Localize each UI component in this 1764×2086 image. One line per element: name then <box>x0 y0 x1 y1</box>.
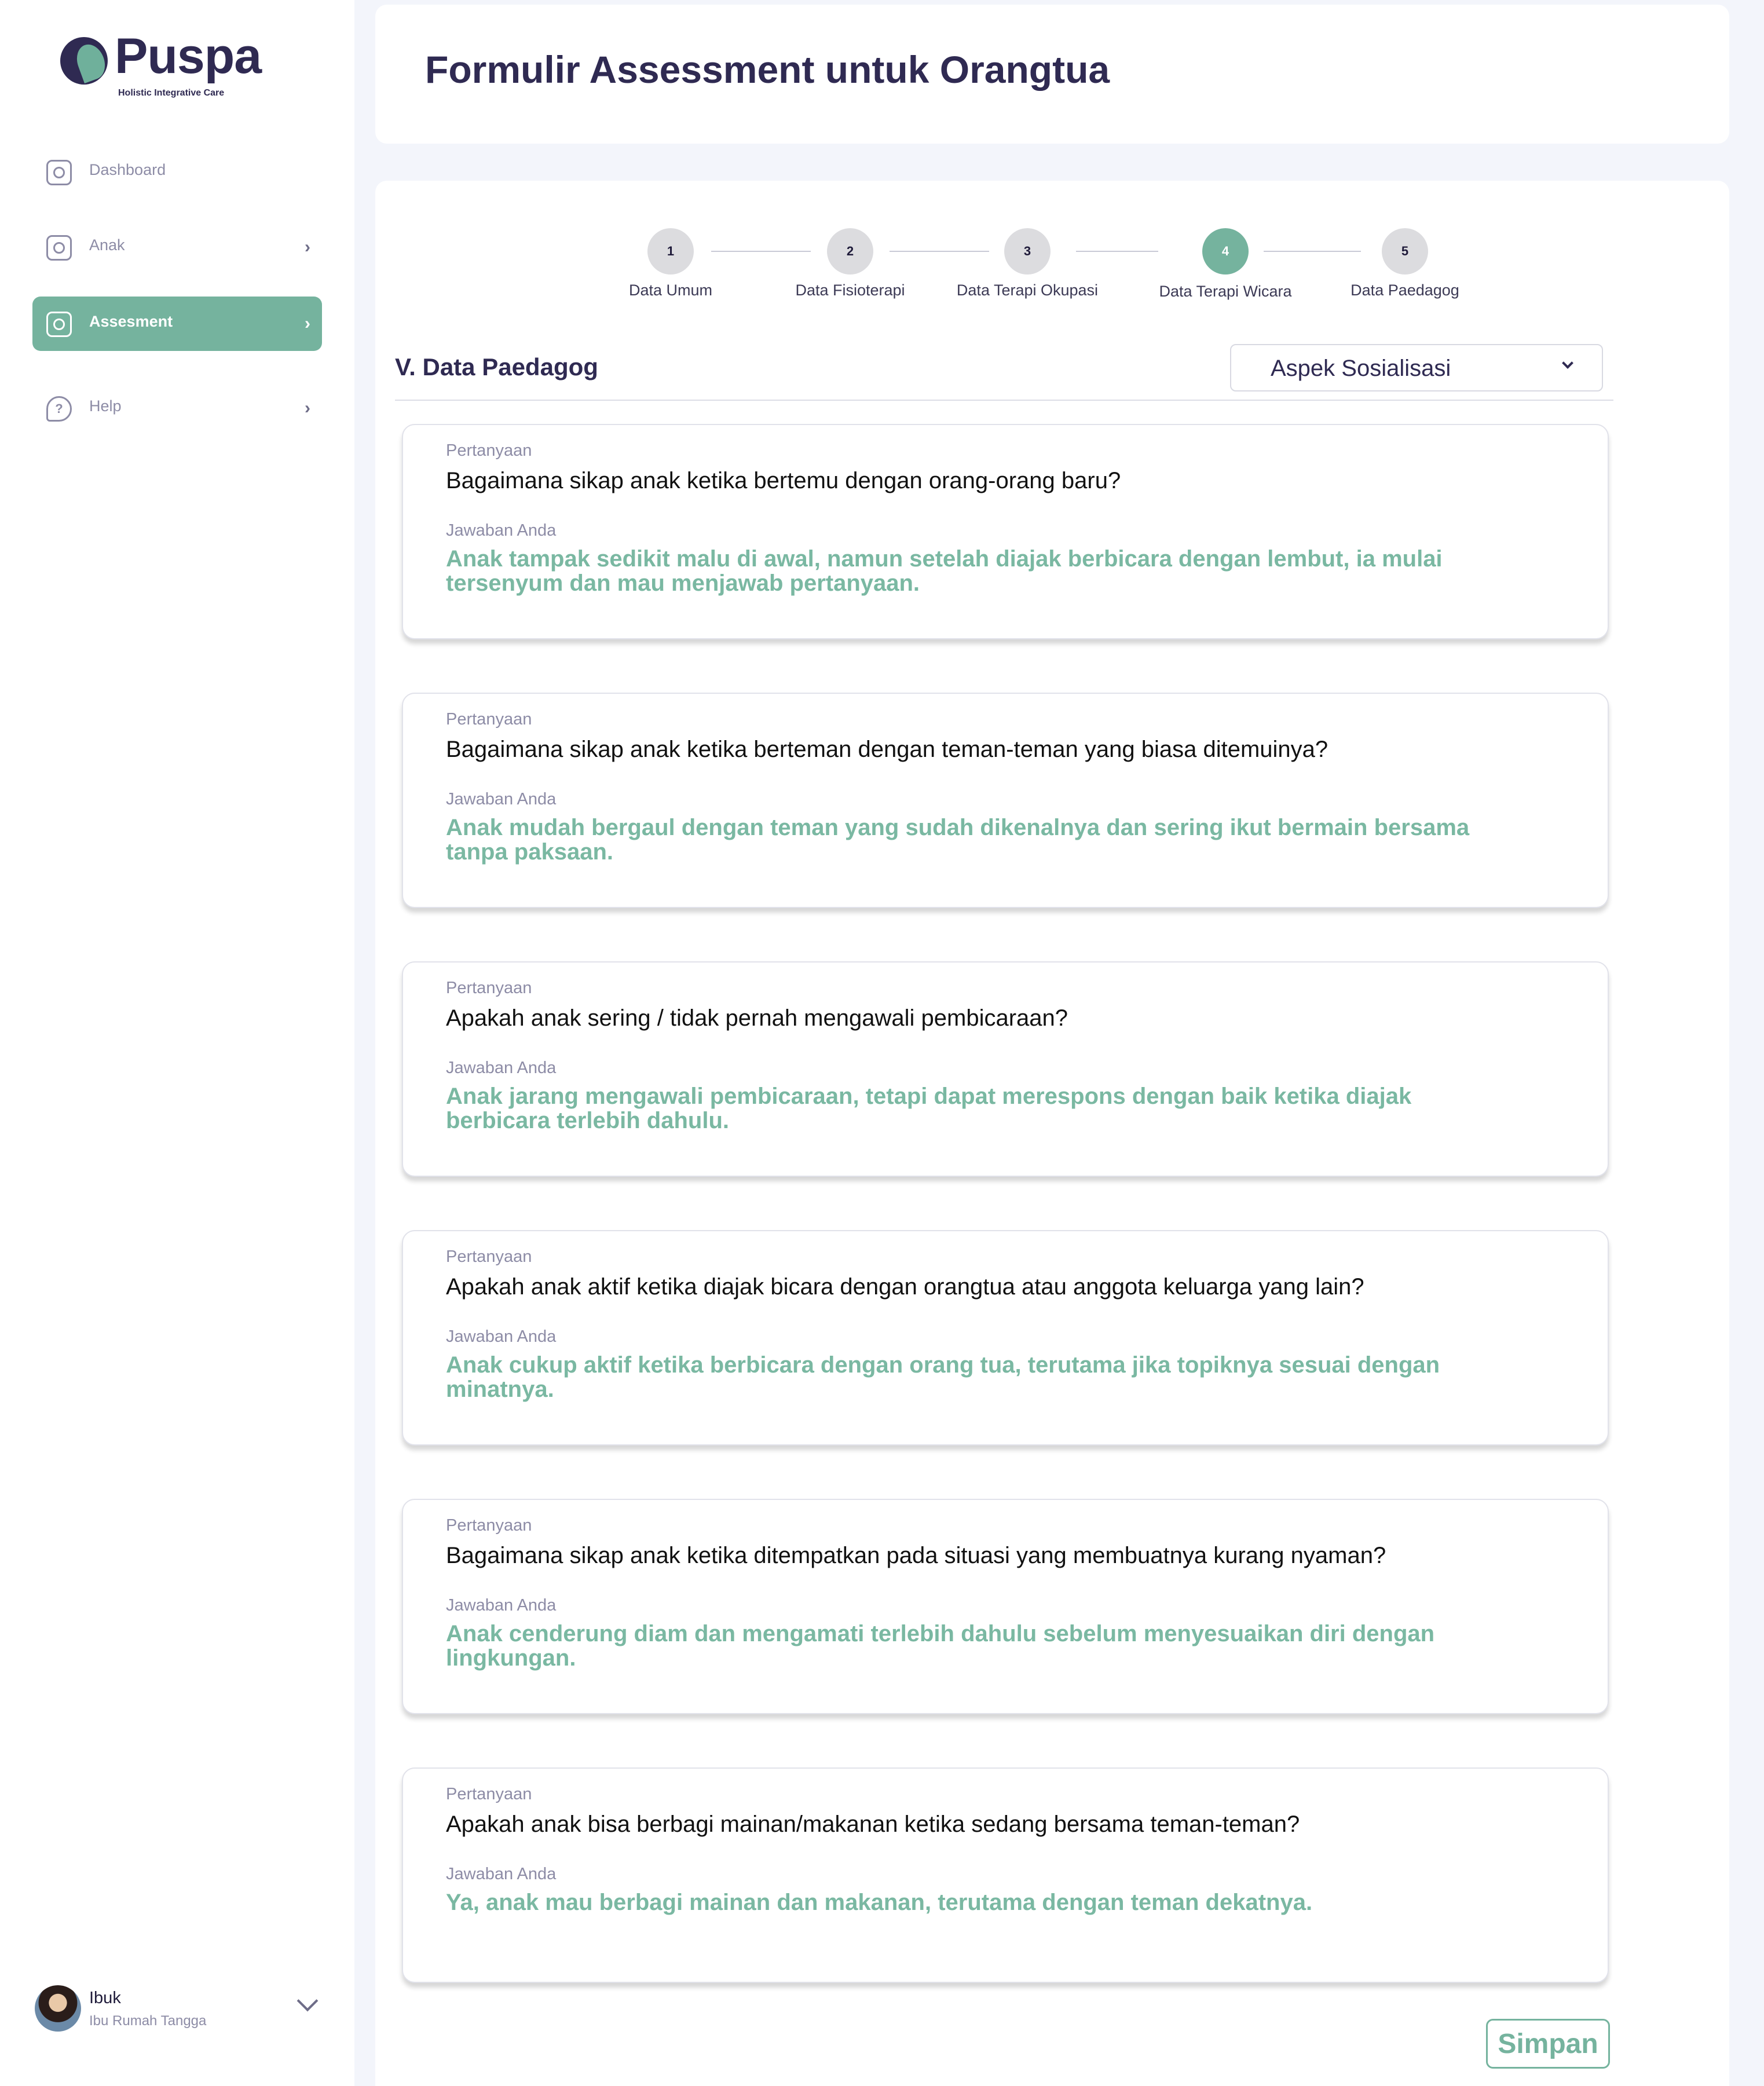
save-button[interactable]: Simpan <box>1486 2019 1610 2069</box>
page-header: Formulir Assessment untuk Orangtua <box>375 5 1729 144</box>
question-label: Pertanyaan <box>446 1785 532 1803</box>
child-face-icon <box>46 235 72 261</box>
profile-name: Ibuk <box>89 1989 121 2007</box>
logo-wordmark: Puspa <box>115 28 262 84</box>
sidebar-item-label: Help <box>89 397 122 415</box>
sidebar-item-label: Assesment <box>89 313 173 330</box>
answer-text: Ya, anak mau berbagi mainan dan makanan,… <box>446 1890 1313 1915</box>
section-title: V. Data Paedagog <box>395 353 598 380</box>
question-text: Apakah anak aktif ketika diajak bicara d… <box>446 1274 1364 1300</box>
page-title: Formulir Assessment untuk Orangtua <box>425 48 1110 91</box>
chevron-down-icon[interactable] <box>297 1990 319 2012</box>
step-label: Data Paedagog <box>1351 281 1459 299</box>
answer-text: Anak cenderung diam dan mengamati terleb… <box>446 1621 1435 1671</box>
qa-card: Pertanyaan Bagaimana sikap anak ketika b… <box>402 693 1609 908</box>
avatar <box>35 1985 81 2032</box>
sidebar-item-assesment[interactable]: Assesment › <box>32 297 322 351</box>
sidebar: Puspa Holistic Integrative Care Dashboar… <box>0 0 354 2086</box>
step-number: 4 <box>1202 228 1249 275</box>
answer-text: Anak mudah bergaul dengan teman yang sud… <box>446 815 1470 865</box>
answer-label: Jawaban Anda <box>446 790 557 808</box>
step-number: 5 <box>1382 228 1428 275</box>
answer-label: Jawaban Anda <box>446 1327 557 1346</box>
answer-label: Jawaban Anda <box>446 1059 557 1077</box>
question-text: Bagaimana sikap anak ketika ditempatkan … <box>446 1543 1386 1568</box>
puspa-logo[interactable]: Puspa Holistic Integrative Care <box>60 31 262 104</box>
chevron-right-icon: › <box>305 314 310 333</box>
step-number: 3 <box>1004 228 1051 275</box>
step-label: Data Terapi Okupasi <box>956 281 1099 299</box>
qa-card: Pertanyaan Apakah anak bisa berbagi main… <box>402 1767 1609 1983</box>
qa-card: Pertanyaan Bagaimana sikap anak ketika b… <box>402 424 1609 639</box>
sidebar-item-dashboard[interactable]: Dashboard <box>32 145 322 199</box>
question-text: Bagaimana sikap anak ketika bertemu deng… <box>446 468 1121 493</box>
step-connector <box>1076 251 1158 252</box>
aspect-select[interactable]: Aspek Sosialisasi <box>1230 344 1603 391</box>
assessment-form: 1 Data Umum 2 Data Fisioterapi 3 Data Te… <box>375 181 1729 2086</box>
section-divider <box>395 400 1613 401</box>
answer-label: Jawaban Anda <box>446 1596 557 1615</box>
question-text: Apakah anak bisa berbagi mainan/makanan … <box>446 1811 1300 1837</box>
sidebar-item-label: Dashboard <box>89 161 166 178</box>
chevron-right-icon: › <box>305 398 310 418</box>
chevron-right-icon: › <box>305 237 310 257</box>
logo-tagline: Holistic Integrative Care <box>118 88 225 98</box>
step-connector <box>711 251 811 252</box>
question-text: Apakah anak sering / tidak pernah mengaw… <box>446 1005 1068 1031</box>
answer-text: Anak cukup aktif ketika berbicara dengan… <box>446 1352 1440 1402</box>
help-question-icon <box>46 396 72 422</box>
answer-text: Anak tampak sedikit malu di awal, namun … <box>446 546 1443 596</box>
answer-text: Anak jarang mengawali pembicaraan, tetap… <box>446 1084 1412 1133</box>
answer-label: Jawaban Anda <box>446 521 557 540</box>
step-number: 1 <box>647 228 694 275</box>
dashboard-icon <box>46 160 72 185</box>
profile-role: Ibu Rumah Tangga <box>89 2013 207 2029</box>
qa-card: Pertanyaan Apakah anak sering / tidak pe… <box>402 961 1609 1177</box>
step-number: 2 <box>827 228 873 275</box>
question-text: Bagaimana sikap anak ketika berteman den… <box>446 737 1329 762</box>
sidebar-item-anak[interactable]: Anak › <box>32 220 322 275</box>
question-label: Pertanyaan <box>446 441 532 460</box>
step-connector <box>1264 251 1361 252</box>
step-connector <box>890 251 989 252</box>
form-stepper: 1 Data Umum 2 Data Fisioterapi 3 Data Te… <box>375 181 1729 308</box>
question-label: Pertanyaan <box>446 1247 532 1266</box>
sidebar-item-help[interactable]: Help › <box>32 381 322 436</box>
qa-card: Pertanyaan Bagaimana sikap anak ketika d… <box>402 1499 1609 1714</box>
user-profile[interactable]: Ibuk Ibu Rumah Tangga <box>35 1981 324 2033</box>
chevron-down-icon <box>1562 357 1573 369</box>
puspa-logo-icon <box>60 37 108 85</box>
assessment-user-icon <box>46 312 72 337</box>
qa-card: Pertanyaan Apakah anak aktif ketika diaj… <box>402 1230 1609 1445</box>
answer-label: Jawaban Anda <box>446 1865 557 1883</box>
aspect-selected-value: Aspek Sosialisasi <box>1271 356 1451 381</box>
question-label: Pertanyaan <box>446 979 532 997</box>
question-label: Pertanyaan <box>446 710 532 729</box>
question-label: Pertanyaan <box>446 1516 532 1535</box>
sidebar-item-label: Anak <box>89 236 125 254</box>
